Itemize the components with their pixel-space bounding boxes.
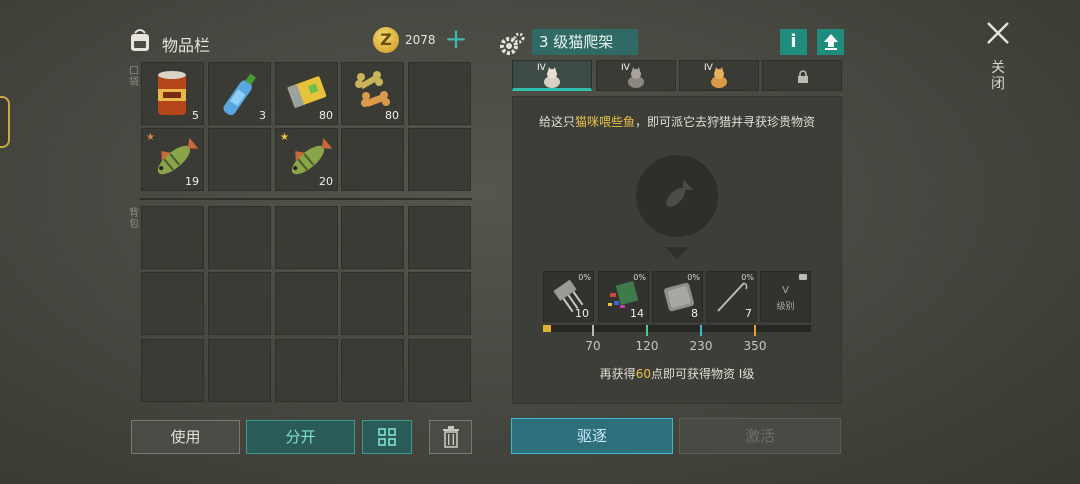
pocket-slot-5[interactable] [408, 62, 471, 125]
side-tab-handle[interactable] [0, 96, 10, 148]
inventory-title: 物品栏 [162, 36, 211, 55]
fish-bait-slot[interactable] [636, 155, 718, 237]
pocket-slot-2[interactable]: 3 [208, 62, 271, 125]
backpack-slot[interactable] [275, 272, 338, 335]
backpack-slot[interactable] [408, 272, 471, 335]
lock-icon [798, 70, 808, 83]
threshold-tick [754, 325, 756, 336]
threshold-tick [592, 325, 594, 336]
canned-food-icon [158, 71, 186, 115]
backpack-slot[interactable] [141, 206, 204, 269]
backpack-slot[interactable] [208, 206, 271, 269]
reward-slot-4[interactable]: 0% 7 [706, 271, 757, 322]
trash-button[interactable] [429, 420, 472, 454]
backpack-slot[interactable] [408, 339, 471, 402]
slot-count: 20 [319, 175, 333, 188]
cat-icon [544, 67, 560, 88]
tab-cat-2[interactable]: IV [596, 60, 676, 91]
water-bottle-icon [223, 73, 257, 116]
grid-view-button[interactable] [362, 420, 412, 454]
slot-count: 3 [259, 109, 266, 122]
backpack-slot[interactable] [275, 206, 338, 269]
gear-icon [500, 32, 525, 55]
backpack-slot[interactable] [341, 339, 404, 402]
progress-text: 再获得60点即可获得物资 I级 [512, 365, 842, 382]
backpack-slot[interactable] [408, 206, 471, 269]
hint-prefix: 给这只 [538, 115, 575, 129]
upgrade-button[interactable] [817, 29, 844, 55]
reward-slot-locked[interactable]: V 级别 [760, 271, 811, 322]
pocket-slot-1[interactable]: 5 [141, 62, 204, 125]
reward-count: 7 [745, 307, 752, 320]
split-button[interactable]: 分开 [246, 420, 355, 454]
progress-fill [543, 325, 551, 332]
reward-count: 14 [630, 307, 644, 320]
slot-count: 19 [185, 175, 199, 188]
activate-button[interactable]: 激活 [679, 418, 841, 454]
threshold-label: 120 [635, 339, 659, 353]
trash-icon [442, 426, 459, 448]
pocket-slot-10[interactable] [408, 128, 471, 191]
pocket-label: 口袋 [129, 66, 139, 88]
close-icon[interactable] [985, 20, 1011, 46]
info-button[interactable]: i [780, 29, 807, 55]
slot-count: 80 [385, 109, 399, 122]
locked-level-label: 级别 [776, 302, 795, 312]
reward-count: 8 [691, 307, 698, 320]
reward-slot-2[interactable]: 0% 14 [598, 271, 649, 322]
backpack-slot[interactable] [275, 339, 338, 402]
cat-tabs: IV IV IV [512, 60, 842, 92]
progress-prefix: 再获得 [599, 367, 636, 381]
backpack-slot[interactable] [208, 339, 271, 402]
threshold-label: 230 [689, 339, 713, 353]
locked-level: V [782, 285, 789, 296]
backpack-icon [131, 29, 149, 51]
tab-cat-1[interactable]: IV [512, 60, 592, 91]
pocket-slot-7[interactable] [208, 128, 271, 191]
cat-icon [628, 67, 644, 88]
progress-points: 60 [635, 367, 651, 381]
coin-icon: Z [373, 27, 399, 53]
hint-highlight: 猫咪喂些鱼 [574, 115, 635, 129]
backpack-label: 背包 [129, 208, 139, 230]
expel-button[interactable]: 驱逐 [511, 418, 673, 454]
pocket-slot-8[interactable]: ★ 20 [275, 128, 338, 191]
section-divider [140, 198, 472, 200]
pocket-slot-4[interactable]: 80 [341, 62, 404, 125]
slot-count: 80 [319, 109, 333, 122]
slot-count: 5 [192, 109, 199, 122]
tab-locked[interactable] [762, 60, 842, 91]
lock-icon [799, 274, 807, 280]
coin-count: 2078 [405, 33, 436, 47]
pocket-slot-9[interactable] [341, 128, 404, 191]
backpack-slot[interactable] [141, 339, 204, 402]
backpack-slot[interactable] [341, 272, 404, 335]
close-label[interactable]: 关闭 [990, 60, 1006, 92]
feeding-hint: 给这只猫咪喂些鱼，即可派它去狩猎并寻获珍贵物资 [512, 113, 842, 130]
grid-icon [378, 428, 396, 446]
cat-icon [711, 67, 727, 88]
reward-slot-1[interactable]: 0% 10 [543, 271, 594, 322]
fish-silhouette-icon [666, 179, 694, 207]
hint-suffix: ，即可派它去狩猎并寻获珍贵物资 [635, 115, 816, 129]
reward-count: 10 [575, 307, 589, 320]
threshold-tick [646, 325, 648, 336]
backpack-slot[interactable] [341, 206, 404, 269]
pocket-slot-6[interactable]: ★ 19 [141, 128, 204, 191]
tab-cat-3[interactable]: IV [679, 60, 759, 91]
pocket-slot-3[interactable]: 80 [275, 62, 338, 125]
upgrade-arrow-icon [823, 34, 838, 50]
add-coins-button[interactable]: + [444, 25, 468, 55]
cat-tree-title: 3 级猫爬架 [532, 29, 638, 55]
down-arrow-icon [665, 247, 689, 259]
progress-track [543, 325, 811, 332]
threshold-tick [700, 325, 702, 336]
threshold-label: 70 [585, 339, 601, 353]
backpack-slot[interactable] [208, 272, 271, 335]
progress-suffix: 点即可获得物资 I级 [650, 367, 755, 381]
reward-slot-3[interactable]: 0% 8 [652, 271, 703, 322]
use-button[interactable]: 使用 [131, 420, 240, 454]
backpack-slot[interactable] [141, 272, 204, 335]
threshold-label: 350 [743, 339, 767, 353]
